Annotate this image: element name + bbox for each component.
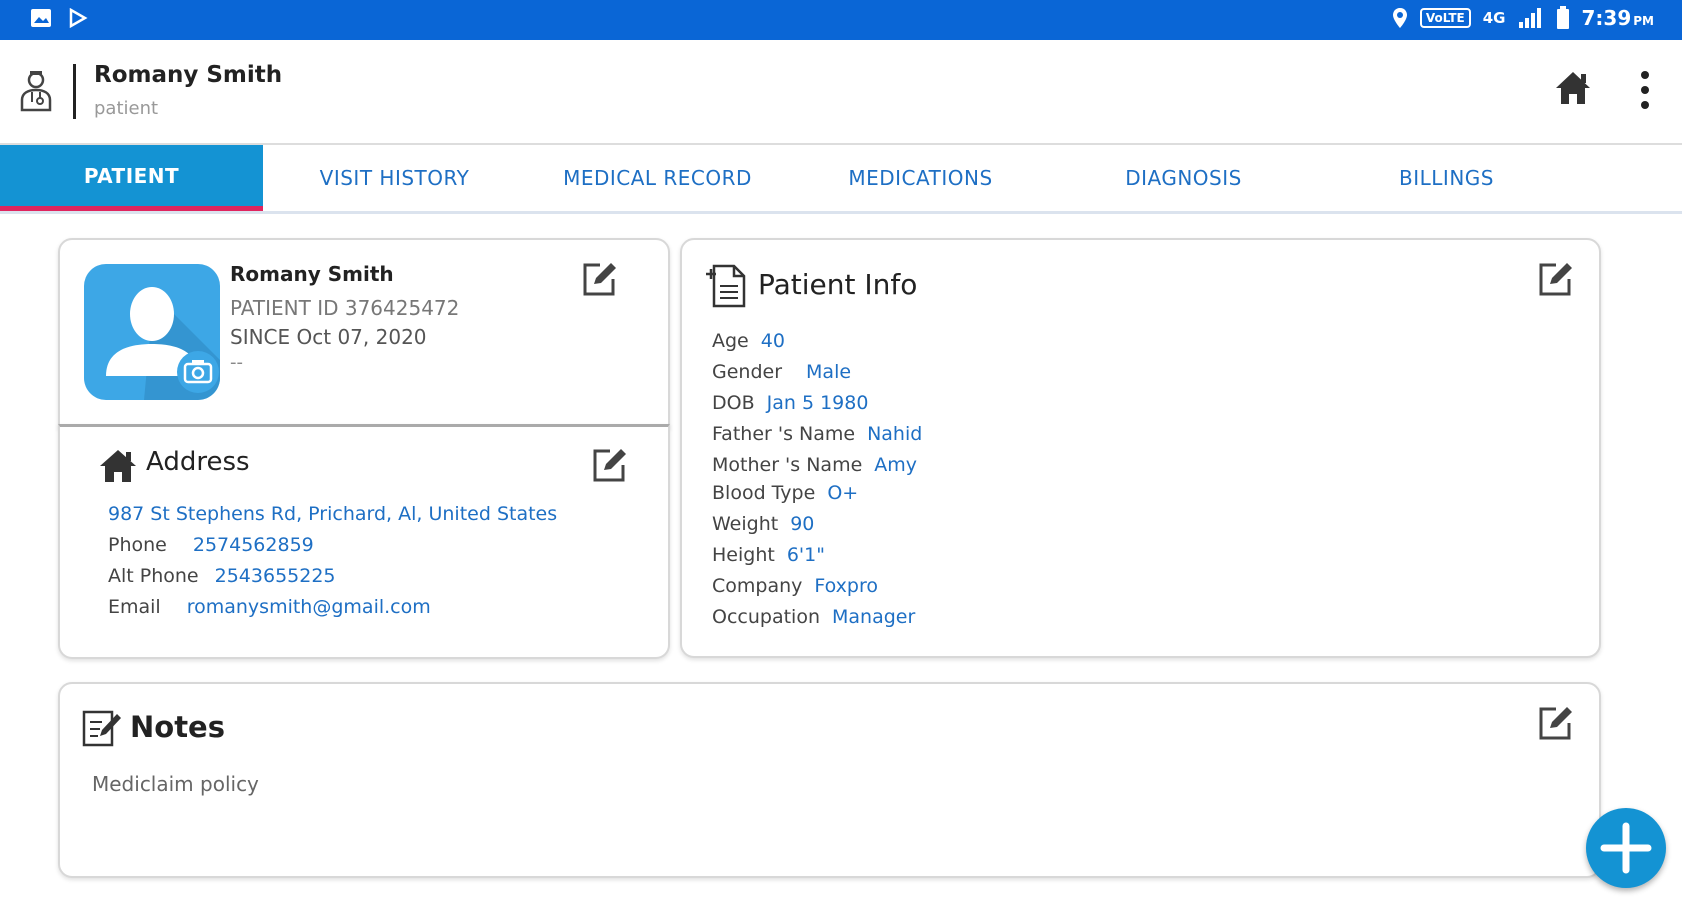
edit-address-icon[interactable] <box>590 446 628 484</box>
network-type: 4G <box>1482 9 1506 27</box>
address-phone: Phone 2574562859 <box>108 534 314 556</box>
volte-badge: VoLTE <box>1419 8 1471 28</box>
tab-visit-history[interactable]: VISIT HISTORY <box>263 145 526 211</box>
info-mother-name: Mother 's Name Amy <box>712 454 917 476</box>
info-value: 40 <box>760 330 785 352</box>
info-value: 6'1" <box>786 544 825 566</box>
battery-icon <box>1556 6 1569 29</box>
info-value: Foxpro <box>814 575 879 597</box>
info-label: Age <box>712 330 749 352</box>
info-height: Height 6'1" <box>712 544 825 566</box>
clock-time: 7:39 <box>1581 6 1632 30</box>
info-label: Father 's Name <box>712 423 856 445</box>
signal-icon <box>1518 8 1541 28</box>
edit-profile-icon[interactable] <box>580 260 618 298</box>
info-value: Nahid <box>867 423 923 445</box>
profile-patient-id: PATIENT ID 376425472 <box>230 296 460 320</box>
clock: 7:39 PM <box>1582 6 1655 30</box>
info-company: Company Foxpro <box>712 575 878 597</box>
info-value: Amy <box>874 454 918 476</box>
info-value: Male <box>806 361 852 383</box>
info-gender: Gender Male <box>712 361 851 383</box>
tab-billings[interactable]: BILLINGS <box>1315 145 1578 211</box>
tab-medications[interactable]: MEDICATIONS <box>789 145 1052 211</box>
email-value[interactable]: romanysmith@gmail.com <box>187 596 431 618</box>
profile-since: SINCE Oct 07, 2020 <box>230 325 427 349</box>
app-bar-title: Romany Smith <box>94 62 283 88</box>
doctor-icon <box>20 71 52 112</box>
document-add-icon <box>706 264 746 308</box>
info-label: Mother 's Name <box>712 454 863 476</box>
tab-diagnosis[interactable]: DIAGNOSIS <box>1052 145 1315 211</box>
app-bar-subtitle: patient <box>94 98 159 119</box>
app-bar: Romany Smith patient <box>0 40 1682 145</box>
plus-icon <box>1600 822 1652 874</box>
address-street: 987 St Stephens Rd, Prichard, Al, United… <box>108 503 557 525</box>
home-icon[interactable] <box>1554 70 1592 106</box>
tab-patient[interactable]: PATIENT <box>0 145 263 211</box>
info-label: Company <box>712 575 803 597</box>
info-father-name: Father 's Name Nahid <box>712 423 922 445</box>
add-fab-button[interactable] <box>1586 808 1666 888</box>
status-bar-left <box>30 8 88 28</box>
edit-patient-info-icon[interactable] <box>1536 260 1574 298</box>
info-blood-type: Blood Type O+ <box>712 482 858 504</box>
info-value: Manager <box>832 606 916 628</box>
alt-phone-label: Alt Phone <box>108 565 199 587</box>
camera-icon[interactable] <box>176 350 220 394</box>
info-value: O+ <box>827 482 859 504</box>
home-icon <box>100 450 136 482</box>
tab-medical-record[interactable]: MEDICAL RECORD <box>526 145 789 211</box>
info-value: Jan 5 1980 <box>766 392 869 414</box>
info-label: DOB <box>712 392 755 414</box>
info-dob: DOB Jan 5 1980 <box>712 392 868 414</box>
profile-extra: -- <box>230 352 243 373</box>
edit-notes-icon[interactable] <box>1536 704 1574 742</box>
address-title: Address <box>146 447 250 477</box>
notes-text: Mediclaim policy <box>92 772 259 796</box>
clock-suffix: PM <box>1633 14 1654 28</box>
gallery-notification-icon <box>31 9 51 27</box>
status-bar: VoLTE 4G 7:39 PM <box>0 0 1682 40</box>
address-email: Email romanysmith@gmail.com <box>108 596 431 618</box>
address-alt-phone: Alt Phone 2543655225 <box>108 565 336 587</box>
phone-value[interactable]: 2574562859 <box>193 534 314 556</box>
info-label: Blood Type <box>712 482 816 504</box>
info-occupation: Occupation Manager <box>712 606 915 628</box>
info-label: Gender <box>712 361 783 383</box>
phone-label: Phone <box>108 534 167 556</box>
info-label: Height <box>712 544 775 566</box>
notes-icon <box>82 710 121 747</box>
email-label: Email <box>108 596 161 618</box>
more-vert-icon[interactable] <box>1638 70 1652 110</box>
address-street-value[interactable]: 987 St Stephens Rd, Prichard, Al, United… <box>108 503 557 525</box>
alt-phone-value[interactable]: 2543655225 <box>215 565 336 587</box>
tab-bar: PATIENT VISIT HISTORY MEDICAL RECORD MED… <box>0 145 1682 214</box>
location-icon <box>1392 8 1407 28</box>
notes-title: Notes <box>130 710 225 744</box>
info-weight: Weight 90 <box>712 513 814 535</box>
info-value: 90 <box>790 513 815 535</box>
info-label: Occupation <box>712 606 820 628</box>
info-age: Age 40 <box>712 330 785 352</box>
profile-name: Romany Smith <box>230 262 394 286</box>
status-bar-right: VoLTE 4G 7:39 PM <box>1392 6 1654 30</box>
notes-card <box>58 682 1601 878</box>
info-label: Weight <box>712 513 779 535</box>
app-bar-divider <box>73 64 76 119</box>
play-store-notification-icon <box>69 8 88 28</box>
patient-info-title: Patient Info <box>758 268 918 301</box>
